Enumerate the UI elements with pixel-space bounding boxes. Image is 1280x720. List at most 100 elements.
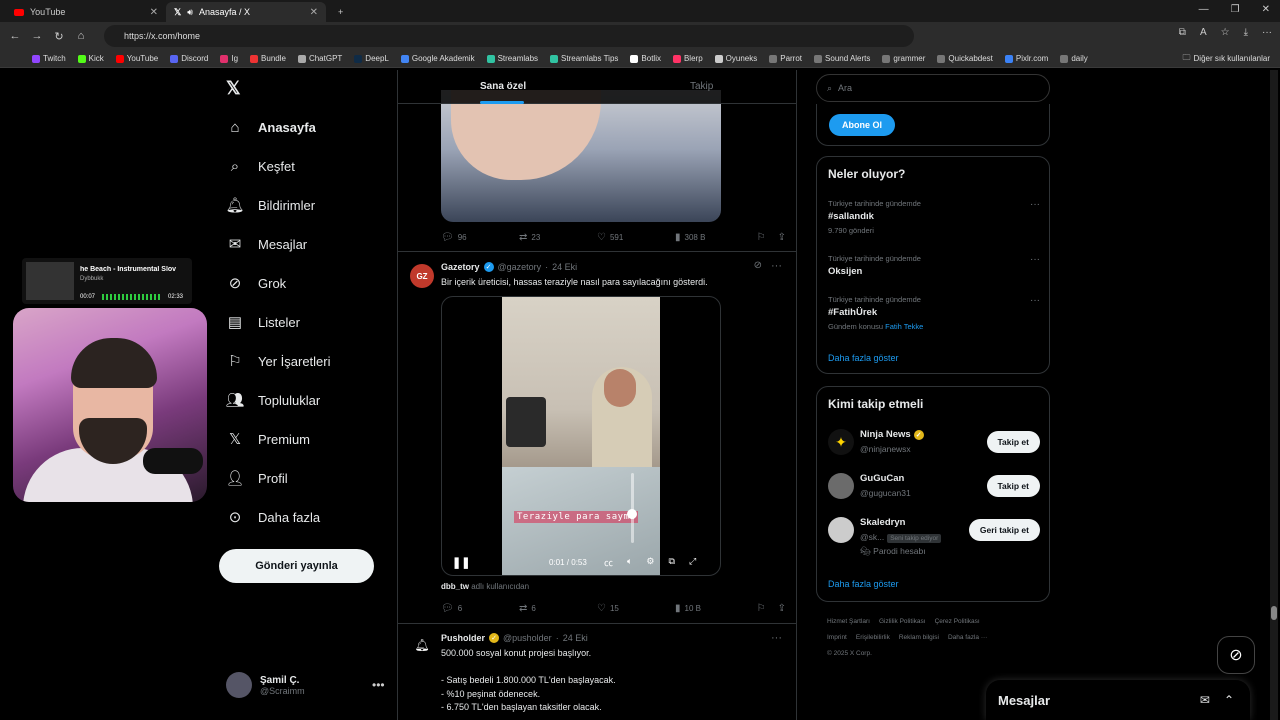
nav-bookmarks[interactable]: ⚐ Yer İşaretleri [226, 352, 330, 370]
x-logo-icon[interactable]: 𝕏 [226, 78, 241, 99]
bookmark-icon[interactable]: ⚐ [757, 232, 766, 243]
footer-link[interactable]: Daha fazla ··· [948, 634, 987, 641]
follow-suggestion[interactable]: Skaledryn @sk... Seni takip ediyor 🎭︎ Par… [828, 515, 1040, 563]
subscribe-button[interactable]: Abone Ol [829, 114, 895, 136]
bookmark-folder[interactable]: daily [1060, 54, 1088, 63]
nav-profile[interactable]: 👤︎ Profil [225, 469, 287, 487]
tab-for-you[interactable]: Sana özel [480, 81, 526, 92]
nav-premium[interactable]: 𝕏 Premium [226, 430, 310, 448]
bookmark-item[interactable]: Bundle [250, 54, 286, 63]
close-icon[interactable]: ✕ [310, 7, 318, 18]
grok-button[interactable]: ⊘ [1217, 636, 1255, 674]
more-icon[interactable]: ··· [771, 260, 782, 272]
favorite-icon[interactable]: ☆ [1221, 27, 1230, 38]
nav-home[interactable]: ⌂ Anasayfa [226, 118, 315, 136]
views-button[interactable]: ▮ 10 B [675, 603, 753, 614]
bookmark-item[interactable]: Google Akademik [400, 54, 475, 63]
settings-icon[interactable]: ··· [1262, 27, 1272, 38]
follow-back-button[interactable]: Geri takip et [968, 519, 1040, 541]
bookmark-item[interactable]: Sound Alerts [814, 54, 870, 63]
more-icon[interactable]: ··· [771, 632, 782, 644]
bookmark-item[interactable]: Streamlabs Tips [550, 54, 618, 63]
more-icon[interactable]: ••• [372, 678, 385, 692]
bookmark-item[interactable]: Parrot [769, 54, 802, 63]
tweet-media-image[interactable] [441, 90, 721, 222]
grok-explain-icon[interactable]: ⊘ [754, 260, 762, 271]
expand-icon[interactable]: ⌃ [1224, 693, 1234, 707]
tweet-date[interactable]: 24 Eki [563, 633, 588, 643]
pip-icon[interactable]: ⧉ [669, 556, 675, 569]
scrollbar-thumb[interactable] [1271, 606, 1277, 620]
footer-link[interactable]: Çerez Politikası [935, 618, 980, 625]
follow-button[interactable]: Takip et [986, 431, 1040, 453]
show-more-trends[interactable]: Daha fazla göster [828, 353, 899, 363]
bookmark-item[interactable]: Kick [77, 54, 104, 63]
trend-item[interactable]: Türkiye tarihinde gündemde #FatihÜrek Gü… [828, 295, 1040, 331]
bookmark-icon[interactable]: ⚐ [757, 603, 766, 614]
bookmark-item[interactable]: Ig [220, 54, 238, 63]
follow-suggestion[interactable]: ✦ Ninja News ✓ @ninjanewsx Takip et [828, 427, 1040, 463]
account-switcher[interactable]: Şamil Ç. @Scraimm ••• [226, 672, 385, 698]
minimize-icon[interactable]: — [1199, 4, 1209, 15]
volume-knob[interactable] [627, 509, 637, 519]
other-bookmarks[interactable]: 🗀 Diğer sık kullanılanlar [1183, 52, 1270, 66]
retweet-button[interactable]: ⇄ 23 [519, 232, 597, 243]
tab-youtube[interactable]: YouTube ✕ [6, 2, 166, 22]
downloads-icon[interactable]: ⤓ [1244, 27, 1248, 38]
follow-button[interactable]: Takip et [986, 475, 1040, 497]
bookmark-item[interactable]: Blerp [672, 54, 703, 63]
bookmark-item[interactable]: ChatGPT [297, 54, 342, 63]
author-name[interactable]: Gazetory [441, 262, 480, 272]
bookmark-item[interactable]: Botlix [630, 54, 661, 63]
new-tab-button[interactable]: + [330, 2, 351, 22]
maximize-icon[interactable]: ❐ [1231, 4, 1240, 15]
more-icon[interactable]: ··· [1030, 199, 1040, 210]
volume-icon[interactable]: 🔈︎ [627, 556, 632, 569]
tab-x-home[interactable]: 𝕏 🔊︎ Anasayfa / X ✕ [166, 2, 326, 22]
bookmark-item[interactable]: Pixlr.com [1004, 54, 1048, 63]
nav-messages[interactable]: ✉ Mesajlar [226, 235, 307, 253]
footer-link[interactable]: Hizmet Şartları [827, 618, 870, 625]
nav-lists[interactable]: ▤ Listeler [226, 313, 300, 331]
captions-icon[interactable]: ㏄ [604, 556, 613, 569]
refresh-icon[interactable]: ↻ [48, 30, 70, 43]
bookmark-item[interactable]: Streamlabs [486, 54, 538, 63]
bookmark-item[interactable]: YouTube [115, 54, 158, 63]
author-name[interactable]: Pusholder [441, 633, 485, 643]
messages-drawer[interactable]: Mesajlar ✉ ⌃ [986, 680, 1250, 720]
share-icon[interactable]: ⇪ [778, 603, 786, 614]
read-aloud-icon[interactable]: A [1200, 27, 1207, 38]
follow-suggestion[interactable]: GuGuCan @gugucan31 Takip et [828, 471, 1040, 507]
nav-notifications[interactable]: 🔔︎ Bildirimler [225, 196, 315, 214]
bookmark-item[interactable]: Discord [170, 54, 208, 63]
close-icon[interactable]: ✕ [150, 7, 158, 18]
footer-link[interactable]: Gizlilik Politikası [879, 618, 926, 625]
reply-button[interactable]: 💬︎ 6 [441, 603, 519, 614]
like-button[interactable]: ♡ 591 [597, 232, 675, 243]
author-handle[interactable]: @pusholder [503, 633, 552, 643]
bookmark-item[interactable]: Quickabdest [937, 54, 993, 63]
new-message-icon[interactable]: ✉ [1200, 693, 1210, 707]
volume-slider[interactable] [631, 473, 634, 543]
search-input[interactable]: ⌕ Ara [816, 74, 1050, 102]
footer-link[interactable]: Reklam bilgisi [899, 634, 939, 641]
tweet-video[interactable]: Teraziyle para sayma ❚❚ 0:01 / 0:53 ㏄ 🔈︎… [441, 296, 721, 576]
fullscreen-icon[interactable]: ⤢ [689, 556, 696, 569]
avatar[interactable]: GZ [410, 264, 434, 288]
nav-explore[interactable]: ⌕ Keşfet [226, 157, 295, 175]
bookmark-item[interactable]: grammer [882, 54, 925, 63]
post-button[interactable]: Gönderi yayınla [219, 549, 374, 583]
back-icon[interactable]: ← [4, 30, 26, 42]
forward-icon[interactable]: → [26, 30, 48, 42]
url-field[interactable]: https://x.com/home [104, 25, 914, 47]
author-handle[interactable]: @gazetory [498, 262, 542, 272]
avatar[interactable]: 🔔︎ [410, 633, 434, 657]
bookmark-item[interactable]: DeepL [354, 54, 389, 63]
settings-icon[interactable]: ⚙ [646, 556, 654, 569]
trend-topic-link[interactable]: Fatih Tekke [885, 322, 923, 331]
footer-link[interactable]: Imprint [827, 634, 847, 641]
extension-icon[interactable]: ⧉ [1179, 27, 1186, 38]
nav-more[interactable]: ⊙ Daha fazla [226, 508, 320, 526]
show-more-follow[interactable]: Daha fazla göster [828, 579, 899, 589]
pause-icon[interactable]: ❚❚ [452, 556, 470, 569]
